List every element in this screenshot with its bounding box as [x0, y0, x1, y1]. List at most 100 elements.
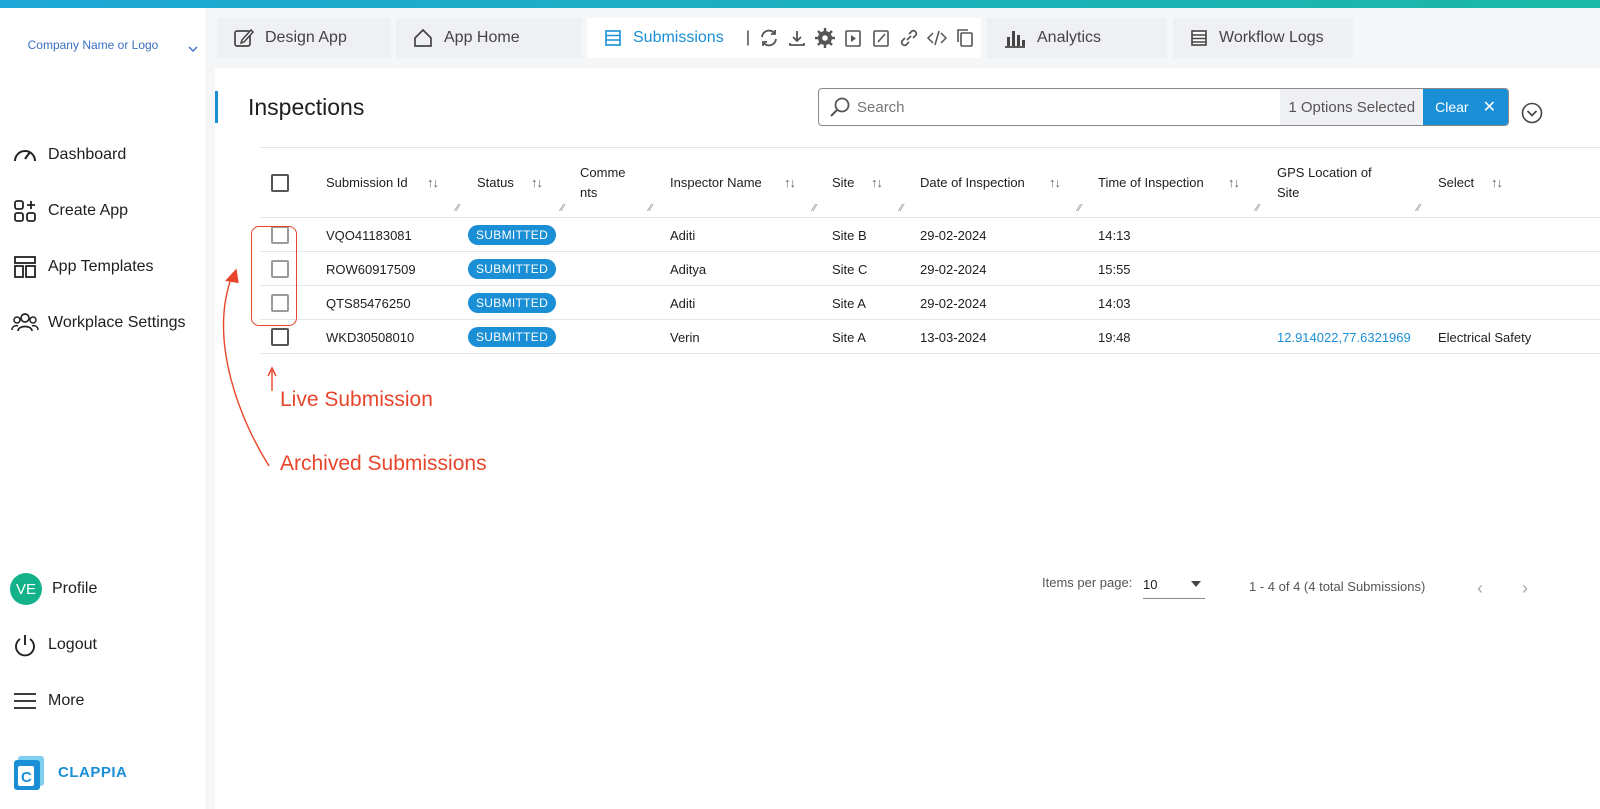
next-page-button[interactable]: › [1515, 578, 1535, 598]
resize-handle[interactable]: ⁄⁄ [813, 203, 816, 214]
sort-icon[interactable]: ↑↓ [1491, 175, 1503, 190]
select-all-cell [271, 148, 289, 218]
tab-bar: Design App App Home Submissions | Analyt… [207, 18, 1600, 60]
clear-button[interactable]: Clear ✕ [1423, 89, 1508, 125]
col-status: Status [477, 148, 514, 218]
edit-doc-icon[interactable] [867, 24, 895, 52]
brand-logo[interactable]: C CLAPPIA [12, 754, 127, 790]
link-icon[interactable] [895, 24, 923, 52]
sort-icon[interactable]: ↑↓ [871, 175, 883, 190]
resize-handle[interactable]: ⁄⁄ [1256, 203, 1259, 214]
cell-text: 13-03-2024 [920, 329, 987, 345]
cell-text: Aditya [670, 261, 707, 277]
chevron-down-icon[interactable] [186, 42, 200, 56]
select-all-checkbox[interactable] [271, 174, 289, 192]
cell-status: SUBMITTED [468, 286, 557, 320]
sidebar-item-workplace-settings[interactable]: Workplace Settings [10, 308, 186, 338]
sort-icon[interactable]: ↑↓ [531, 175, 543, 190]
search-icon [830, 97, 850, 117]
items-per-page-select[interactable]: 10 [1143, 577, 1205, 599]
col-label: Time of Inspection [1098, 175, 1204, 190]
resize-handle[interactable]: ⁄⁄ [900, 203, 903, 214]
prev-page-button[interactable]: ‹ [1470, 578, 1490, 598]
sidebar-item-label: Profile [52, 580, 98, 597]
cell-text: Aditi [670, 295, 696, 311]
items-per-page-value: 10 [1143, 577, 1158, 592]
tab-label: Analytics [1037, 29, 1102, 46]
search-field[interactable] [819, 89, 1280, 125]
cell-text: 29-02-2024 [920, 295, 987, 311]
cell-site: Site B [832, 218, 867, 252]
sidebar-item-create-app[interactable]: Create App [10, 196, 128, 226]
refresh-icon[interactable] [755, 24, 783, 52]
code-icon[interactable] [923, 24, 951, 52]
sort-icon[interactable]: ↑↓ [427, 175, 439, 190]
archived-annotation-box [251, 226, 297, 326]
play-doc-icon[interactable] [839, 24, 867, 52]
options-selected[interactable]: 1 Options Selected [1280, 89, 1424, 125]
pagination-range: 1 - 4 of 4 (4 total Submissions) [1249, 579, 1426, 594]
sidebar-item-more[interactable]: More [10, 686, 84, 716]
cell-inspector: Aditi [670, 286, 695, 320]
close-icon: ✕ [1482, 99, 1496, 116]
gps-link[interactable]: 12.914022,77.6321969 [1277, 330, 1411, 345]
svg-text:C: C [21, 769, 32, 786]
edit-icon [233, 27, 255, 49]
gear-icon[interactable] [811, 24, 839, 52]
table-header: Submission Id ↑↓ ⁄⁄ Status ↑↓ ⁄⁄ Comme nt… [260, 147, 1600, 218]
tab-submissions[interactable]: Submissions [587, 18, 741, 58]
row-checkbox[interactable] [271, 328, 289, 346]
table-row[interactable]: QTS85476250 SUBMITTED Aditi Site A 29-02-202… [260, 286, 1600, 320]
tab-design-app[interactable]: Design App [217, 18, 391, 58]
clappia-logo-icon: C [14, 756, 44, 790]
sort-icon[interactable]: ↑↓ [1049, 175, 1061, 190]
cell-gps: 12.914022,77.6321969 [1277, 320, 1411, 354]
col-site: Site [832, 148, 854, 218]
cell-time: 15:55 [1098, 252, 1131, 286]
sidebar-item-label: Dashboard [48, 146, 127, 163]
cell-text: 15:55 [1098, 261, 1131, 277]
sidebar-item-label: App Templates [48, 258, 154, 275]
company-logo[interactable]: Company Name or Logo [18, 34, 168, 57]
log-icon [1189, 28, 1209, 48]
sort-icon[interactable]: ↑↓ [784, 175, 796, 190]
tab-workflow-logs[interactable]: Workflow Logs [1173, 18, 1353, 58]
sidebar-item-profile[interactable]: VE Profile [10, 573, 98, 605]
separator: | [745, 29, 751, 46]
sidebar-item-logout[interactable]: Logout [10, 630, 97, 660]
resize-handle[interactable]: ⁄⁄ [561, 203, 564, 214]
cell-text: 29-02-2024 [920, 261, 987, 277]
sidebar-item-label: More [48, 692, 85, 709]
content-panel: Inspections 1 Options Selected Clear ✕ S… [215, 68, 1600, 809]
cell-site: Site A [832, 320, 866, 354]
sort-icon[interactable]: ↑↓ [1228, 175, 1240, 190]
table-row[interactable]: WKD30508010 SUBMITTED Verin Site A 13-03-202… [260, 320, 1600, 354]
cell-text: Aditi [670, 227, 696, 243]
tab-analytics[interactable]: Analytics [987, 18, 1167, 58]
col-label: Status [477, 175, 514, 190]
search-bar: 1 Options Selected Clear ✕ [818, 88, 1509, 126]
resize-handle[interactable]: ⁄⁄ [456, 203, 459, 214]
copy-icon[interactable] [951, 24, 979, 52]
sidebar-item-dashboard[interactable]: Dashboard [10, 140, 126, 170]
chevron-circle-icon[interactable] [1521, 102, 1543, 124]
search-input[interactable] [857, 98, 1257, 116]
download-icon[interactable] [783, 24, 811, 52]
table-row[interactable]: VQO41183081 SUBMITTED Aditi Site B 29-02-202… [260, 218, 1600, 252]
resize-handle[interactable]: ⁄⁄ [1417, 203, 1420, 214]
page-title: Inspections [248, 94, 365, 120]
tab-app-home[interactable]: App Home [396, 18, 582, 58]
tab-label: Submissions [633, 29, 724, 46]
resize-handle[interactable]: ⁄⁄ [1078, 203, 1081, 214]
resize-handle[interactable]: ⁄⁄ [649, 203, 652, 214]
sidebar-item-app-templates[interactable]: App Templates [10, 252, 154, 282]
status-badge: SUBMITTED [468, 327, 557, 347]
cell-status: SUBMITTED [468, 320, 557, 354]
col-select: Select [1438, 148, 1474, 218]
cell-text: 29-02-2024 [920, 227, 987, 243]
users-icon [10, 308, 40, 338]
col-label: Site [832, 175, 855, 190]
power-icon [10, 630, 40, 660]
table-row[interactable]: ROW60917509 SUBMITTED Aditya Site C 29-02-20… [260, 252, 1600, 286]
tab-label: App Home [444, 29, 520, 46]
